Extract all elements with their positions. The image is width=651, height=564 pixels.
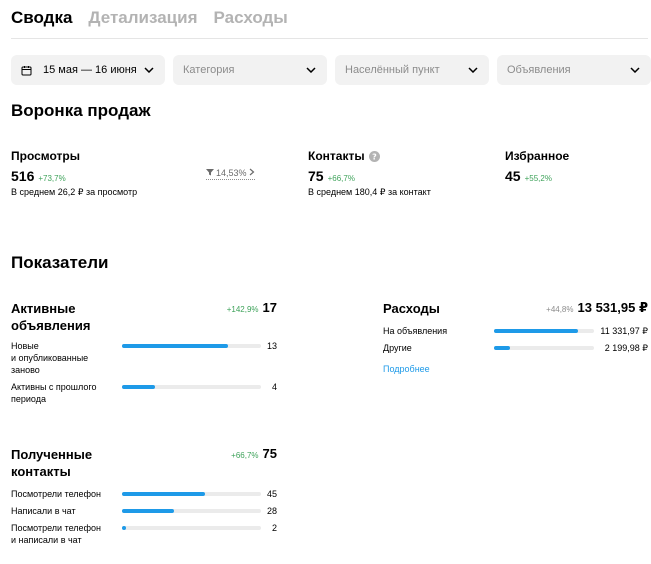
contacts-delta: +66,7%: [327, 174, 355, 183]
metric-bar: [494, 329, 594, 333]
conversion-value: 14,53%: [216, 168, 247, 178]
metric-bar-fill: [122, 526, 126, 530]
metric-row: На объявления 11 331,97 ₽: [383, 325, 648, 337]
funnel-title: Воронка продаж: [11, 101, 151, 120]
contacts-received-total: 75: [262, 446, 277, 461]
metric-bar: [122, 526, 261, 530]
conversion-link[interactable]: 14,53%: [206, 168, 255, 180]
contacts-value: 75: [308, 168, 324, 184]
metric-row-value: 11 331,97 ₽: [600, 326, 648, 336]
question-icon[interactable]: ?: [368, 150, 380, 162]
contacts-block: Полученные контакты +66,7% 75 Посмотрели…: [11, 446, 277, 551]
metric-row: Посмотрели телефон и написали в чат 2: [11, 522, 277, 546]
date-range-value: 15 мая — 16 июня: [43, 64, 137, 76]
metric-row: Новые и опубликованные заново 13: [11, 340, 277, 376]
metric-row-label: Написали в чат: [11, 506, 76, 516]
contacts-received-title: Полученные контакты: [11, 447, 93, 479]
expenses-delta: +44,8%: [546, 305, 574, 314]
expenses-title: Расходы: [383, 301, 440, 316]
tabs-divider: [11, 38, 648, 39]
metric-bar-fill: [494, 346, 511, 350]
metric-row-value: 4: [271, 382, 277, 392]
metric-bar-fill: [122, 492, 206, 496]
funnel-favorites: Избранное 45 +55,2%: [505, 148, 569, 184]
favorites-delta: +55,2%: [524, 174, 552, 183]
metric-bar: [122, 344, 261, 348]
filter-bar: 15 мая — 16 июня Категория Населённый пу…: [11, 55, 651, 85]
metric-row-label: На объявления: [383, 326, 448, 336]
metric-row-label: Активны с прошлого периода: [11, 382, 97, 404]
funnel-views: Просмотры 516 +73,7% В среднем 26,2 ₽ за…: [11, 148, 137, 198]
category-select[interactable]: Категория: [173, 55, 327, 85]
metric-row-value: 2 199,98 ₽: [604, 343, 648, 353]
tab-bar: Сводка Детализация Расходы: [11, 6, 288, 30]
city-select[interactable]: Населённый пункт: [335, 55, 489, 85]
contacts-sub: В среднем 180,4 ₽ за контакт: [308, 187, 431, 197]
svg-text:?: ?: [372, 152, 377, 161]
active-ads-title: Активные объявления: [11, 301, 91, 333]
contacts-received-rows: Посмотрели телефон 45 Написали в чат 28 Посм…: [11, 488, 277, 546]
tab-expenses[interactable]: Расходы: [214, 6, 288, 30]
favorites-title: Избранное: [505, 149, 570, 163]
views-value: 516: [11, 168, 35, 184]
active-ads-block: Активные объявления +142,9% 17 Новые и оп…: [11, 300, 277, 410]
metric-row-value: 13: [266, 341, 277, 351]
metric-bar: [122, 385, 261, 389]
chevron-down-icon: [629, 64, 641, 76]
calendar-icon: [21, 63, 35, 77]
views-delta: +73,7%: [38, 174, 66, 183]
metric-bar: [122, 509, 261, 513]
metric-bar: [122, 492, 261, 496]
views-sub: В среднем 26,2 ₽ за просмотр: [11, 187, 138, 197]
category-placeholder: Категория: [183, 64, 235, 76]
chevron-down-icon: [143, 64, 155, 76]
expenses-block: Расходы +44,8% 13 531,95 ₽ На объявления…: [383, 300, 648, 377]
active-ads-delta: +142,9%: [226, 305, 259, 314]
metrics-title: Показатели: [11, 253, 109, 272]
city-placeholder: Населённый пункт: [345, 64, 440, 76]
more-link[interactable]: Подробнее: [383, 364, 430, 374]
metric-row: Написали в чат 28: [11, 505, 277, 517]
expenses-total: 13 531,95 ₽: [577, 300, 649, 315]
views-title: Просмотры: [11, 149, 81, 163]
metric-row-label: Посмотрели телефон и написали в чат: [11, 523, 101, 545]
metric-row-value: 45: [266, 489, 277, 499]
metric-row: Другие 2 199,98 ₽: [383, 342, 648, 354]
contacts-received-delta: +66,7%: [231, 451, 259, 460]
ads-placeholder: Объявления: [507, 64, 571, 76]
metric-bar-fill: [122, 385, 155, 389]
expenses-rows: На объявления 11 331,97 ₽ Другие 2 199,98 ₽: [383, 325, 648, 354]
metric-row-value: 2: [271, 523, 277, 533]
metric-row: Активны с прошлого периода 4: [11, 381, 277, 405]
active-ads-rows: Новые и опубликованные заново 13 Активны с п…: [11, 340, 277, 405]
metric-bar-fill: [122, 344, 229, 348]
metric-bar: [494, 346, 594, 350]
metric-row-label: Другие: [383, 343, 412, 353]
favorites-value: 45: [505, 168, 521, 184]
metric-row-value: 28: [266, 506, 277, 516]
funnel-icon: [206, 168, 214, 178]
tab-summary[interactable]: Сводка: [11, 6, 72, 30]
metric-row: Посмотрели телефон 45: [11, 488, 277, 500]
chevron-right-icon: [249, 168, 255, 178]
metric-row-label: Посмотрели телефон: [11, 489, 101, 499]
contacts-title: Контакты: [308, 149, 365, 163]
chevron-down-icon: [467, 64, 479, 76]
metric-bar-fill: [494, 329, 578, 333]
date-range-select[interactable]: 15 мая — 16 июня: [11, 55, 165, 85]
chevron-down-icon: [305, 64, 317, 76]
funnel-contacts: Контакты ? 75 +66,7% В среднем 180,4 ₽ з…: [308, 148, 431, 198]
active-ads-total: 17: [262, 300, 277, 315]
ads-select[interactable]: Объявления: [497, 55, 651, 85]
metric-bar-fill: [122, 509, 174, 513]
metric-row-label: Новые и опубликованные заново: [11, 341, 89, 375]
tab-details[interactable]: Детализация: [88, 6, 197, 30]
